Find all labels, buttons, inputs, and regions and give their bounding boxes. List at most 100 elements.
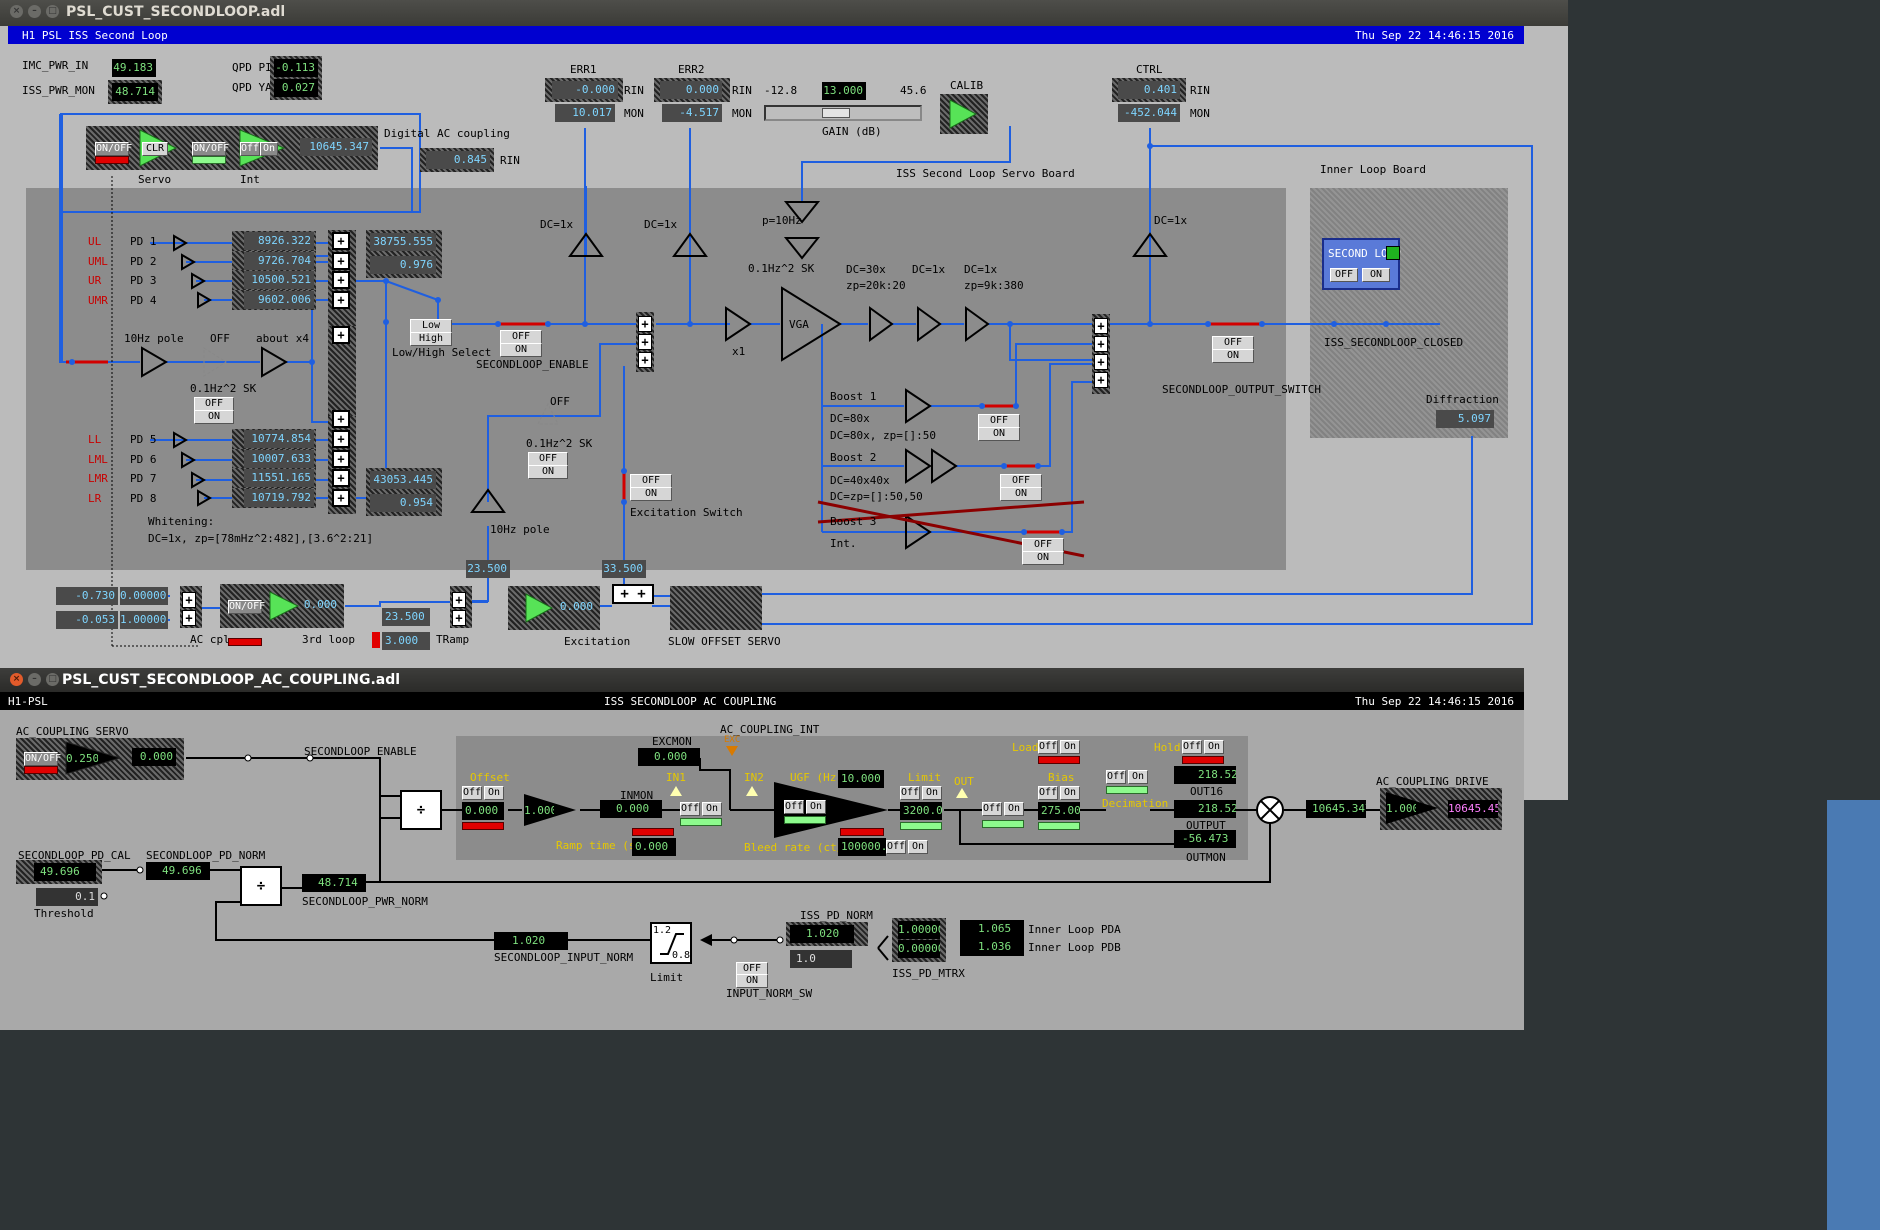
- about-x4-label: about x4: [256, 332, 309, 345]
- load-on-button[interactable]: On: [1060, 740, 1080, 754]
- ac-divide-node-top: ÷: [400, 790, 442, 830]
- int-onoff-button[interactable]: ON/OFF: [192, 142, 229, 156]
- offset-on-button[interactable]: On: [484, 786, 504, 800]
- dc80x-zp-label: DC=80x, zp=[]:50: [830, 429, 936, 442]
- exc-switch-on-button[interactable]: ON: [630, 487, 672, 501]
- pd-sum-plus-icon: +: [332, 290, 350, 309]
- err2-rin-value: 0.000: [660, 81, 722, 99]
- second-loop-off-button[interactable]: OFF: [1330, 268, 1358, 282]
- output-value: 218.527: [1174, 800, 1236, 818]
- err1-rin-label: RIN: [624, 84, 644, 97]
- inmon-indicator: [632, 828, 674, 836]
- sum-plus-icon: +: [1094, 354, 1108, 370]
- dc80x-label: DC=80x: [830, 412, 870, 425]
- excitation-label: Excitation: [564, 635, 631, 648]
- servo-onoff-button[interactable]: ON/OFF: [95, 142, 132, 156]
- vga-label: VGA: [789, 318, 809, 331]
- close-icon[interactable]: ×: [10, 673, 23, 686]
- decimation-off-button[interactable]: Off: [1106, 770, 1126, 784]
- bias-indicator: [1038, 822, 1080, 830]
- err2-dc-label: DC=1x: [644, 218, 678, 231]
- input-norm-sw-on-button[interactable]: ON: [736, 974, 768, 988]
- window2-titlebar[interactable]: × – □ PSL_CUST_SECONDLOOP_AC_COUPLING.ad…: [0, 668, 1524, 692]
- offset-off-button[interactable]: Off: [462, 786, 482, 800]
- boost1-on-button[interactable]: ON: [978, 427, 1020, 441]
- v23500-a-value: 23.500: [466, 560, 510, 578]
- out-label: OUT: [954, 775, 974, 788]
- bias-on-button[interactable]: On: [1060, 786, 1080, 800]
- hold-on-button[interactable]: On: [1204, 740, 1224, 754]
- bias-label: Bias: [1048, 771, 1075, 784]
- ac-int-gain-value: 1.000: [524, 804, 554, 817]
- sk-off-button[interactable]: OFF: [194, 397, 234, 411]
- decimation-on-button[interactable]: On: [1128, 770, 1148, 784]
- ac-servo-indicator: [24, 766, 58, 774]
- in1-label: IN1: [666, 771, 686, 784]
- maximize-icon[interactable]: □: [46, 5, 59, 18]
- limit-block: 1.2 0.8: [650, 922, 692, 964]
- excmon-value: 0.000: [638, 748, 700, 766]
- output-switch-off-button[interactable]: OFF: [1212, 336, 1254, 350]
- gain-slider-handle[interactable]: [822, 108, 850, 118]
- gain-min-label: -12.8: [764, 84, 798, 97]
- exc-switch-off-button[interactable]: OFF: [630, 474, 672, 488]
- diffraction-label: Diffraction: [1426, 393, 1499, 406]
- third-loop-onoff-button[interactable]: ON/OFF: [228, 600, 265, 614]
- bleed-off-button[interactable]: Off: [886, 840, 906, 854]
- in1-on-button[interactable]: On: [702, 802, 722, 816]
- pd-value: 9602.006: [244, 290, 314, 309]
- exc-arrow-icon: [726, 746, 738, 756]
- err1-rin-value: -0.000: [552, 81, 618, 99]
- out16-label: OUT16: [1190, 785, 1224, 798]
- load-off-button[interactable]: Off: [1038, 740, 1058, 754]
- pd-value: 11551.165: [244, 469, 314, 487]
- boost3-off-button[interactable]: OFF: [1022, 538, 1064, 552]
- exc-sk-off-button[interactable]: OFF: [528, 452, 568, 466]
- hold-off-button[interactable]: Off: [1182, 740, 1202, 754]
- calib-button-frame[interactable]: [940, 94, 988, 134]
- out-arrow-icon: [956, 788, 968, 798]
- ugf-on-button[interactable]: On: [806, 800, 826, 814]
- boost3-label: Boost 3: [830, 515, 877, 528]
- limit-on-button[interactable]: On: [922, 786, 942, 800]
- limit-off-button[interactable]: Off: [900, 786, 920, 800]
- secondloop-enable-off-button[interactable]: OFF: [500, 330, 542, 344]
- in1-off-button[interactable]: Off: [680, 802, 700, 816]
- iss-pwr-mon-label: ISS_PWR_MON: [22, 84, 95, 97]
- servo-clr-button[interactable]: CLR: [142, 142, 168, 156]
- gain-slider[interactable]: [764, 105, 922, 121]
- output-switch-on-button[interactable]: ON: [1212, 349, 1254, 363]
- low-button[interactable]: Low: [410, 319, 452, 333]
- err1-mon-label: MON: [624, 107, 644, 120]
- servo-label: Servo: [138, 173, 172, 186]
- bleed-on-button[interactable]: On: [908, 840, 928, 854]
- maximize-icon[interactable]: □: [46, 673, 59, 686]
- window-titlebar[interactable]: × – □ PSL_CUST_SECONDLOOP.adl: [0, 0, 1568, 26]
- pd-value: 10774.854: [244, 430, 314, 448]
- high-button[interactable]: High: [410, 332, 452, 346]
- hold-label: Hold: [1154, 741, 1181, 754]
- boost2-on-button[interactable]: ON: [1000, 487, 1042, 501]
- ac-servo-onoff-button[interactable]: ON/OFF: [24, 752, 61, 766]
- out-on-button[interactable]: On: [1004, 802, 1024, 816]
- int-on-button[interactable]: On: [260, 142, 278, 156]
- second-loop-on-button[interactable]: ON: [1362, 268, 1390, 282]
- upper-ratio-value: 0.976: [370, 256, 436, 274]
- boost1-off-button[interactable]: OFF: [978, 414, 1020, 428]
- bias-off-button[interactable]: Off: [1038, 786, 1058, 800]
- minimize-icon[interactable]: –: [28, 673, 41, 686]
- out-off-button[interactable]: Off: [982, 802, 1002, 816]
- int-off-button[interactable]: Off: [240, 142, 260, 156]
- close-icon[interactable]: ×: [10, 5, 23, 18]
- ac-servo-value: 0.000: [132, 748, 176, 766]
- zp20k-label: zp=20k:20: [846, 279, 906, 292]
- slow-offset-label: SLOW OFFSET SERVO: [668, 635, 781, 648]
- boost3-on-button[interactable]: ON: [1022, 551, 1064, 565]
- ugf-off-button[interactable]: Off: [784, 800, 804, 814]
- sk-on-button[interactable]: ON: [194, 410, 234, 424]
- secondloop-enable-on-button[interactable]: ON: [500, 343, 542, 357]
- exc-sk-on-button[interactable]: ON: [528, 465, 568, 479]
- ac-drive-value: 10645.453: [1448, 800, 1498, 818]
- boost2-off-button[interactable]: OFF: [1000, 474, 1042, 488]
- minimize-icon[interactable]: –: [28, 5, 41, 18]
